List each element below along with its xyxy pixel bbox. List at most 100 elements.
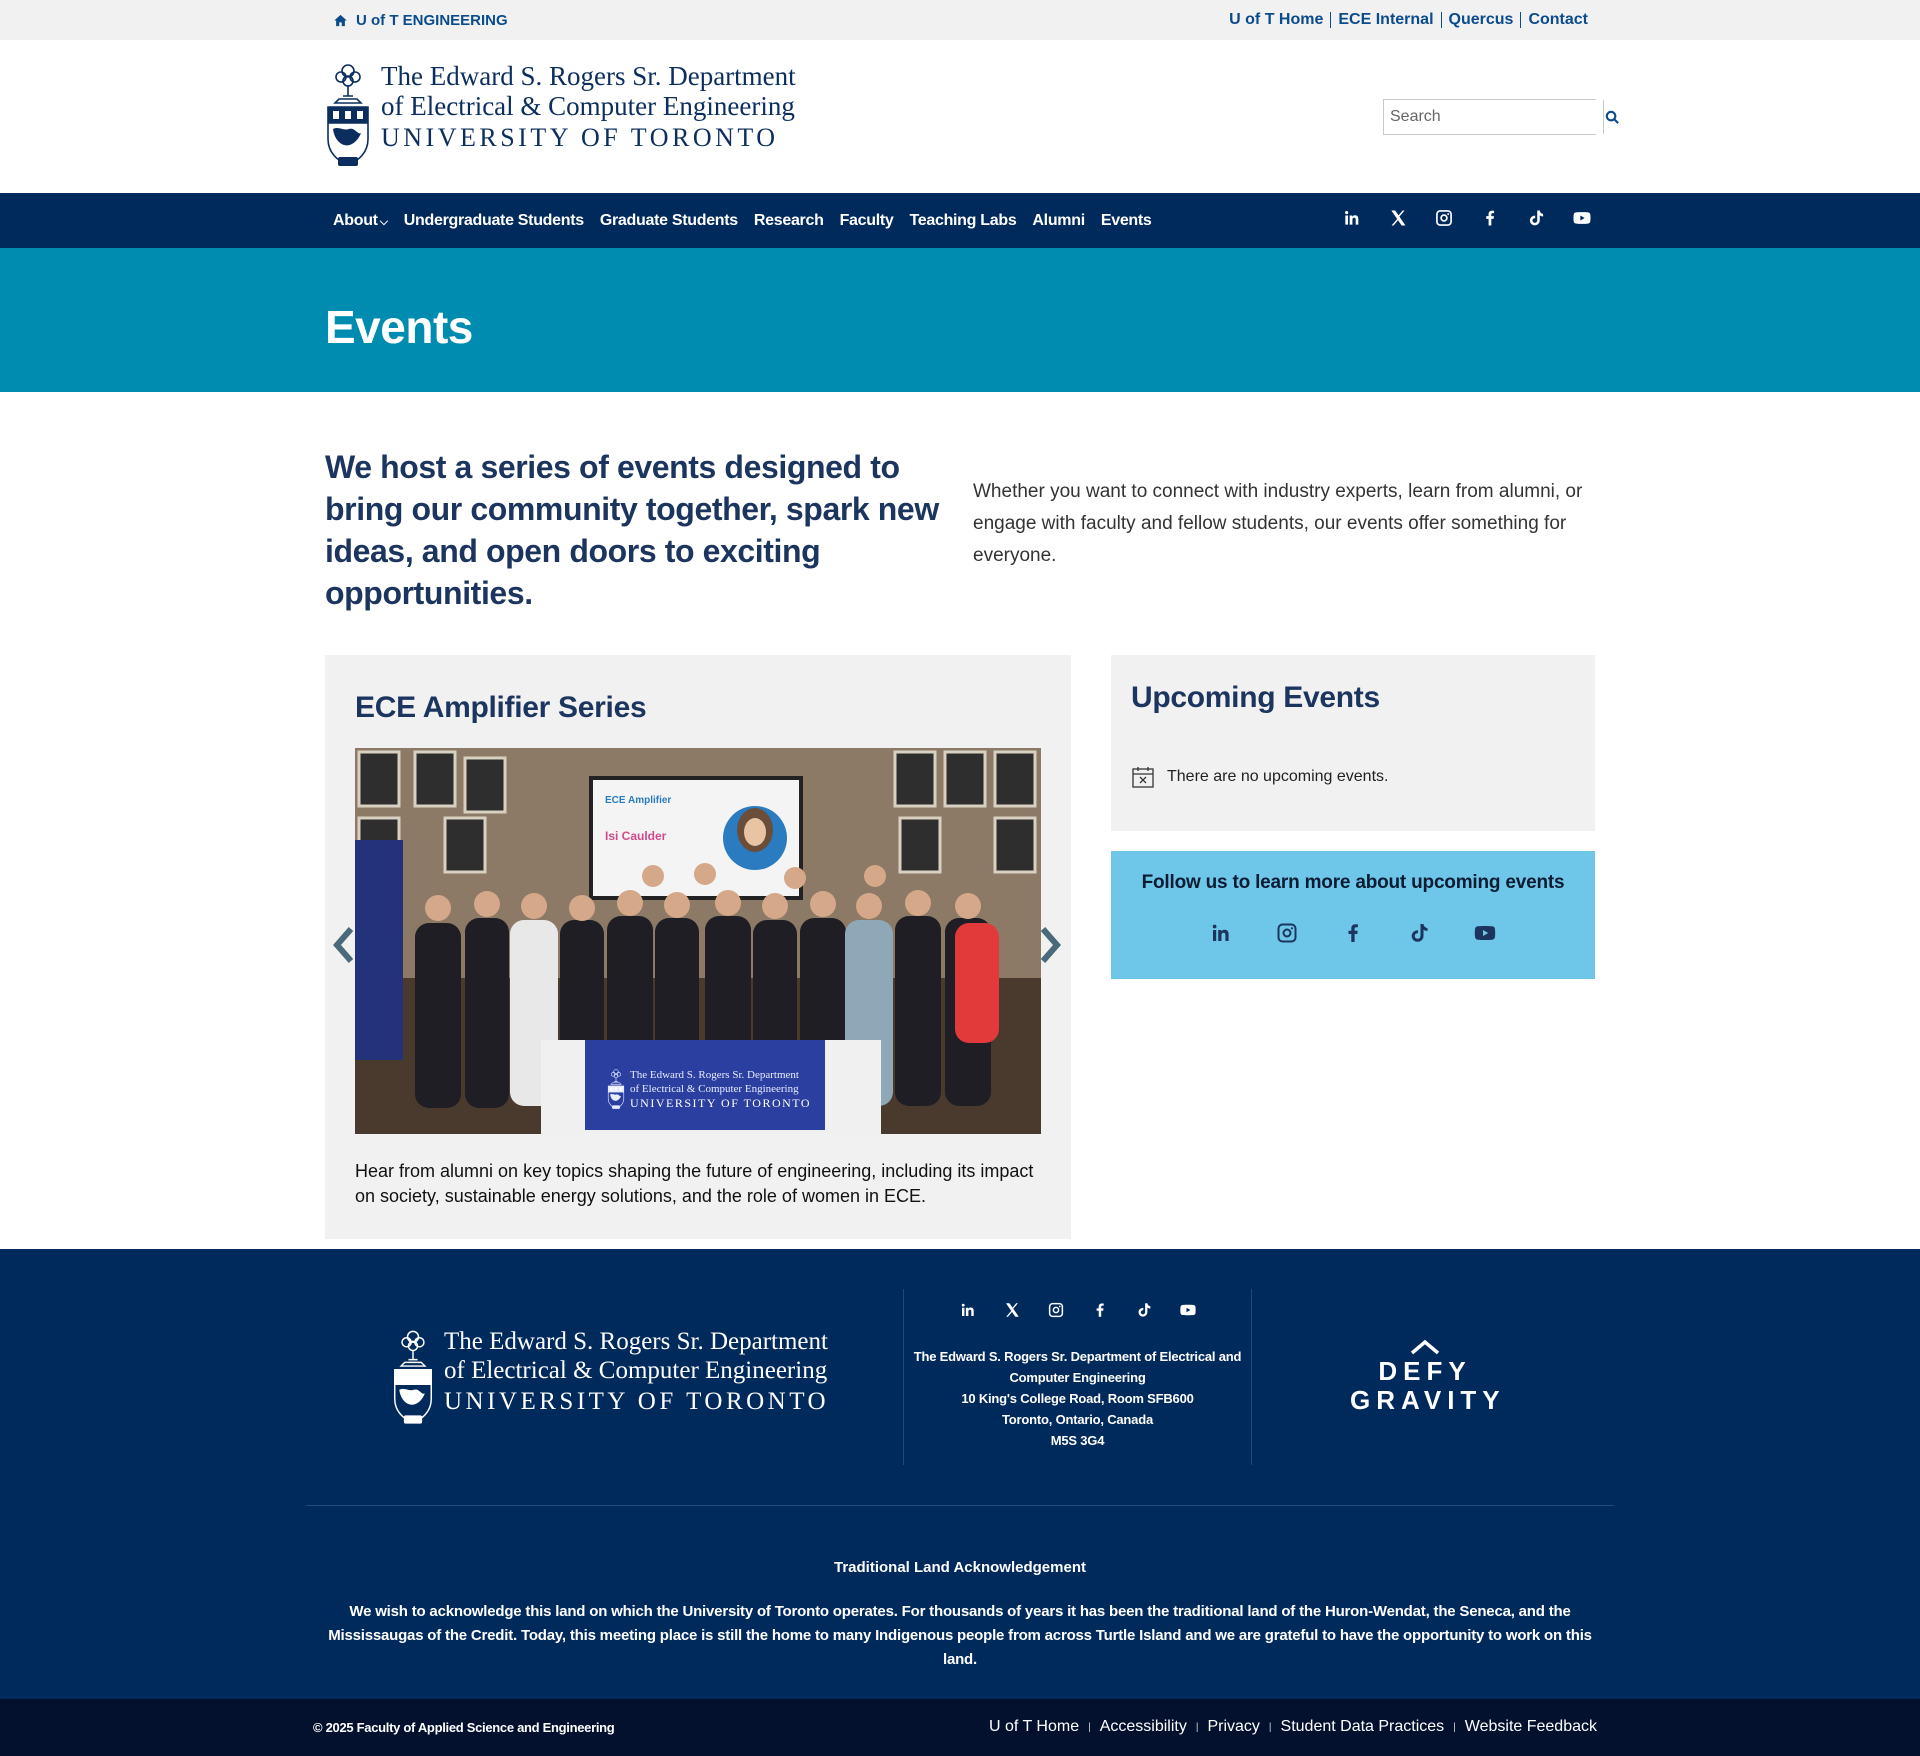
footer-logo[interactable]: The Edward S. Rogers Sr. Department of E… bbox=[392, 1327, 829, 1427]
utility-link-contact[interactable]: Contact bbox=[1520, 12, 1588, 28]
youtube-icon bbox=[1473, 921, 1497, 945]
uoft-engineering-label: U of T ENGINEERING bbox=[356, 12, 508, 29]
address-line: Toronto, Ontario, Canada bbox=[1002, 1412, 1153, 1427]
footer-youtube-link[interactable] bbox=[1179, 1301, 1197, 1324]
uoft-crest-icon bbox=[325, 61, 371, 169]
tiktok-icon bbox=[1526, 208, 1546, 228]
bottom-link-accessibility[interactable]: Accessibility bbox=[1091, 1718, 1196, 1738]
footer-social-links bbox=[904, 1301, 1251, 1324]
logo-line-2: of Electrical & Computer Engineering bbox=[381, 91, 795, 121]
utility-link-quercus[interactable]: Quercus bbox=[1440, 12, 1521, 28]
main-nav: About ⌵ Undergraduate Students Graduate S… bbox=[0, 193, 1920, 248]
bottom-link-student-data[interactable]: Student Data Practices bbox=[1272, 1718, 1454, 1738]
banner-line-3: UNIVERSITY OF TORONTO bbox=[630, 1096, 811, 1110]
defy-text: DEFY bbox=[1378, 1356, 1472, 1386]
nav-instagram-link[interactable] bbox=[1434, 208, 1454, 233]
nav-item-graduate[interactable]: Graduate Students bbox=[600, 212, 738, 230]
site-header: The Edward S. Rogers Sr. Department of E… bbox=[0, 40, 1920, 193]
utility-links: U of T Home ECE Internal Quercus Contact bbox=[1222, 12, 1588, 28]
home-icon bbox=[334, 14, 347, 27]
bottom-link-uoft-home[interactable]: U of T Home bbox=[980, 1718, 1088, 1738]
follow-us-title: Follow us to learn more about upcoming e… bbox=[1141, 872, 1565, 893]
footer-logo-line-1: The Edward S. Rogers Sr. Department bbox=[444, 1328, 828, 1355]
amplifier-series-card: ECE Amplifier Series ECE Amplifier Isi C… bbox=[325, 655, 1071, 1239]
separator: | bbox=[1195, 1722, 1199, 1733]
screen-title: ECE Amplifier bbox=[605, 795, 671, 806]
nav-item-teaching-labs[interactable]: Teaching Labs bbox=[909, 212, 1016, 230]
separator: | bbox=[1453, 1722, 1456, 1733]
amplifier-series-title: ECE Amplifier Series bbox=[355, 691, 647, 724]
follow-us-card: Follow us to learn more about upcoming e… bbox=[1111, 851, 1595, 979]
land-acknowledgement-text: We wish to acknowledge this land on whic… bbox=[328, 1603, 1592, 1668]
no-events-message: There are no upcoming events. bbox=[1131, 765, 1388, 789]
utility-link-ece-internal[interactable]: ECE Internal bbox=[1330, 12, 1440, 28]
separator: | bbox=[1088, 1722, 1091, 1733]
nav-menu: About ⌵ Undergraduate Students Graduate S… bbox=[333, 193, 1152, 248]
nav-item-events[interactable]: Events bbox=[1101, 212, 1152, 230]
tiktok-icon bbox=[1135, 1301, 1153, 1319]
search-button[interactable] bbox=[1603, 100, 1621, 134]
linkedin-icon bbox=[1342, 208, 1362, 228]
uoft-crest-icon bbox=[392, 1327, 434, 1427]
uoft-engineering-link[interactable]: U of T ENGINEERING bbox=[333, 12, 508, 29]
footer-logo-line-2: of Electrical & Computer Engineering bbox=[444, 1357, 828, 1384]
defy-gravity-logo[interactable]: DEFY GRAVITY bbox=[1350, 1339, 1500, 1415]
amplifier-description: Hear from alumni on key topics shaping t… bbox=[355, 1161, 1034, 1206]
upcoming-events-title: Upcoming Events bbox=[1131, 681, 1380, 714]
linkedin-icon bbox=[959, 1301, 977, 1319]
address-line: M5S 3G4 bbox=[1050, 1433, 1105, 1448]
logo-line-3: UNIVERSITY OF TORONTO bbox=[381, 123, 779, 152]
copyright: © 2025 Faculty of Applied Science and En… bbox=[313, 1720, 615, 1735]
nav-youtube-link[interactable] bbox=[1572, 208, 1592, 233]
nav-item-alumni[interactable]: Alumni bbox=[1032, 212, 1085, 230]
linkedin-icon bbox=[1209, 921, 1233, 945]
search-input[interactable] bbox=[1384, 100, 1603, 134]
no-events-text: There are no upcoming events. bbox=[1167, 768, 1389, 785]
follow-youtube-link[interactable] bbox=[1473, 921, 1497, 950]
department-logo[interactable]: The Edward S. Rogers Sr. Department of E… bbox=[325, 61, 796, 169]
group-photo: ECE Amplifier Isi Caulder The Edward S. … bbox=[355, 748, 1041, 1134]
address-line: The Edward S. Rogers Sr. Department of E… bbox=[913, 1349, 1242, 1364]
facebook-icon bbox=[1341, 921, 1365, 945]
page-title: Events bbox=[325, 301, 473, 353]
gravity-text: GRAVITY bbox=[1350, 1385, 1506, 1415]
nav-linkedin-link[interactable] bbox=[1342, 208, 1362, 233]
nav-tiktok-link[interactable] bbox=[1526, 208, 1546, 233]
follow-facebook-link[interactable] bbox=[1341, 921, 1365, 950]
follow-instagram-link[interactable] bbox=[1275, 921, 1299, 950]
footer-facebook-link[interactable] bbox=[1091, 1301, 1109, 1324]
follow-tiktok-link[interactable] bbox=[1407, 921, 1431, 950]
chevron-up-icon bbox=[1410, 1339, 1440, 1355]
carousel-next-button[interactable] bbox=[1037, 925, 1061, 965]
nav-x-link[interactable] bbox=[1388, 208, 1408, 233]
search-form bbox=[1383, 99, 1621, 135]
carousel-prev-button[interactable] bbox=[333, 925, 357, 965]
instagram-icon bbox=[1047, 1301, 1065, 1319]
nav-item-faculty[interactable]: Faculty bbox=[840, 212, 894, 230]
follow-linkedin-link[interactable] bbox=[1209, 921, 1233, 950]
banner-line-1: The Edward S. Rogers Sr. Department bbox=[630, 1069, 799, 1081]
amplifier-carousel-image: ECE Amplifier Isi Caulder The Edward S. … bbox=[355, 748, 1041, 1134]
footer-x-link[interactable] bbox=[1003, 1301, 1021, 1324]
site-footer: The Edward S. Rogers Sr. Department of E… bbox=[0, 1249, 1920, 1699]
nav-facebook-link[interactable] bbox=[1480, 208, 1500, 233]
bottom-link-privacy[interactable]: Privacy bbox=[1198, 1718, 1268, 1738]
nav-item-undergraduate[interactable]: Undergraduate Students bbox=[404, 212, 584, 230]
footer-instagram-link[interactable] bbox=[1047, 1301, 1065, 1324]
address-line: 10 King's College Road, Room SFB600 bbox=[961, 1391, 1194, 1406]
utility-link-uoft-home[interactable]: U of T Home bbox=[1222, 12, 1330, 28]
nav-item-about[interactable]: About ⌵ bbox=[333, 212, 388, 230]
nav-item-research[interactable]: Research bbox=[754, 212, 824, 230]
footer-contact: The Edward S. Rogers Sr. Department of E… bbox=[903, 1289, 1252, 1465]
bottom-link-feedback[interactable]: Website Feedback bbox=[1456, 1718, 1597, 1738]
footer-logo-wordmark: The Edward S. Rogers Sr. Department of E… bbox=[444, 1327, 829, 1427]
search-icon bbox=[1605, 110, 1619, 124]
footer-linkedin-link[interactable] bbox=[959, 1301, 977, 1324]
land-acknowledgement-heading: Traditional Land Acknowledgement bbox=[834, 1559, 1086, 1576]
intro-body: Whether you want to connect with industr… bbox=[973, 481, 1583, 566]
youtube-icon bbox=[1179, 1301, 1197, 1319]
separator: | bbox=[1268, 1722, 1272, 1733]
footer-tiktok-link[interactable] bbox=[1135, 1301, 1153, 1324]
footer-address: The Edward S. Rogers Sr. Department of E… bbox=[904, 1346, 1251, 1451]
follow-us-social-links bbox=[1111, 921, 1595, 950]
